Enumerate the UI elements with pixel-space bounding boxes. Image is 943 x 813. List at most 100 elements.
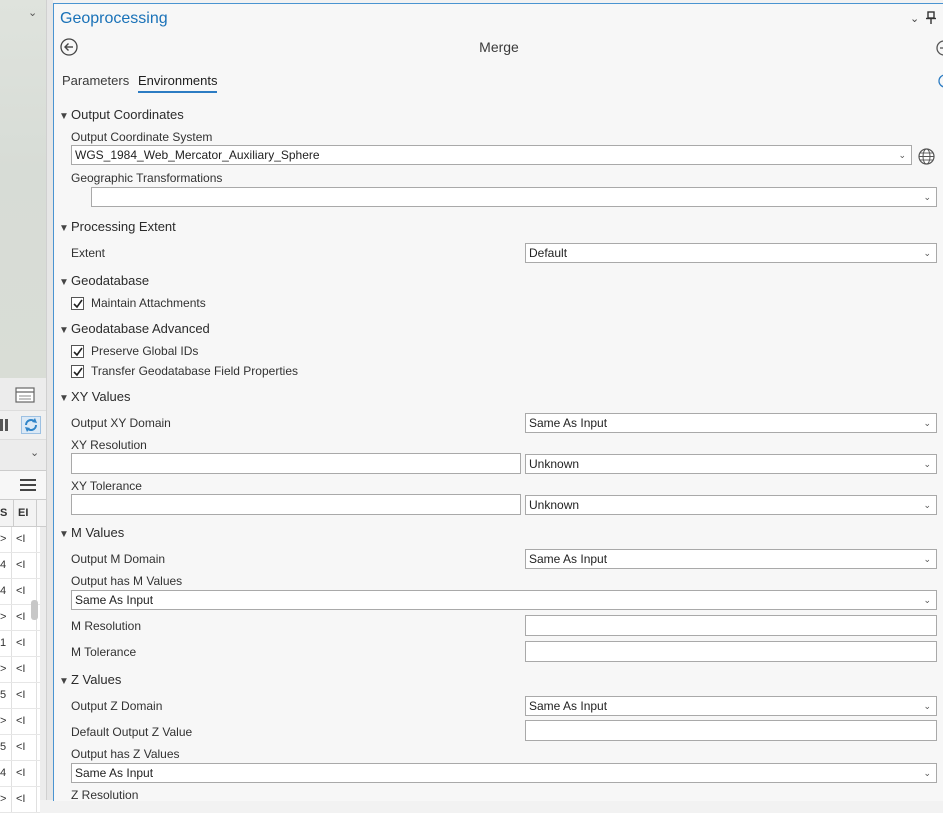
chevron-down-icon: ▼ bbox=[59, 676, 69, 687]
table-row[interactable]: 5 <I bbox=[0, 683, 40, 709]
output-has-z-values-dropdown[interactable]: Same As Input ⌄ bbox=[71, 763, 937, 783]
xy-tolerance-unit-dropdown[interactable]: Unknown ⌄ bbox=[525, 495, 937, 515]
table-cell[interactable]: <I bbox=[12, 527, 37, 552]
section-header: Output Coordinates bbox=[71, 107, 184, 122]
table-row[interactable]: > <I bbox=[0, 527, 40, 553]
section-m-values[interactable]: ▼ M Values bbox=[59, 525, 124, 540]
dropdown-value: Same As Input bbox=[529, 552, 608, 566]
maintain-attachments-label: Maintain Attachments bbox=[91, 296, 206, 310]
table-cell[interactable]: <I bbox=[12, 709, 37, 734]
table-cell[interactable]: 5 bbox=[0, 683, 12, 708]
geographic-transformations-dropdown[interactable]: ⌄ bbox=[91, 187, 937, 207]
attribute-table-icon[interactable] bbox=[14, 386, 36, 404]
left-panel: ⌄ ⌄ S EI > <I 4 <I 4 <I > <I 1 <I > <I 5 <I > <I 5 <I 4 <I >… bbox=[0, 0, 46, 813]
column-header[interactable]: S bbox=[0, 500, 14, 526]
menu-icon[interactable] bbox=[20, 478, 36, 492]
table-cell[interactable]: > bbox=[0, 709, 12, 734]
table-cell[interactable]: <I bbox=[12, 761, 37, 786]
output-has-m-values-dropdown[interactable]: Same As Input ⌄ bbox=[71, 590, 937, 610]
chevron-down-icon: ⌄ bbox=[923, 418, 931, 428]
maintain-attachments-checkbox[interactable] bbox=[71, 297, 84, 310]
info-icon[interactable] bbox=[938, 74, 943, 88]
table-cell[interactable]: 5 bbox=[0, 735, 12, 760]
output-z-domain-dropdown[interactable]: Same As Input ⌄ bbox=[525, 696, 937, 716]
chevron-down-icon: ▼ bbox=[59, 393, 69, 404]
pin-icon[interactable] bbox=[925, 11, 937, 25]
section-geodatabase[interactable]: ▼ Geodatabase bbox=[59, 273, 149, 288]
refresh-icon[interactable] bbox=[21, 416, 41, 434]
section-xy-values[interactable]: ▼ XY Values bbox=[59, 389, 131, 404]
section-geodatabase-advanced[interactable]: ▼ Geodatabase Advanced bbox=[59, 321, 210, 336]
default-output-z-label: Default Output Z Value bbox=[71, 725, 193, 739]
table-cell[interactable]: 4 bbox=[0, 761, 12, 786]
extent-dropdown[interactable]: Default ⌄ bbox=[525, 243, 937, 263]
table-cell[interactable]: > bbox=[0, 657, 12, 682]
preserve-global-ids-checkbox[interactable] bbox=[71, 345, 84, 358]
chevron-down-icon: ⌄ bbox=[923, 248, 931, 258]
m-resolution-input[interactable] bbox=[525, 615, 937, 636]
m-tolerance-input[interactable] bbox=[525, 641, 937, 662]
xy-tolerance-label: XY Tolerance bbox=[71, 479, 142, 493]
chevron-down-icon: ▼ bbox=[59, 277, 69, 288]
panel-splitter[interactable] bbox=[46, 0, 53, 800]
xy-resolution-input[interactable] bbox=[71, 453, 521, 474]
chevron-down-icon: ⌄ bbox=[923, 595, 931, 605]
table-scrollbar[interactable] bbox=[31, 600, 38, 620]
transfer-field-properties-checkbox[interactable] bbox=[71, 365, 84, 378]
output-has-m-values-label: Output has M Values bbox=[71, 574, 183, 588]
table-cell[interactable]: <I bbox=[12, 631, 37, 656]
column-header[interactable]: EI bbox=[14, 500, 37, 526]
table-cell[interactable]: <I bbox=[12, 735, 37, 760]
dropdown-value: WGS_1984_Web_Mercator_Auxiliary_Sphere bbox=[75, 148, 320, 162]
output-m-domain-dropdown[interactable]: Same As Input ⌄ bbox=[525, 549, 937, 569]
section-output-coordinates[interactable]: ▼ Output Coordinates bbox=[59, 107, 184, 122]
table-cell[interactable]: <I bbox=[12, 553, 37, 578]
output-xy-domain-dropdown[interactable]: Same As Input ⌄ bbox=[525, 413, 937, 433]
dropdown-value: Default bbox=[529, 246, 568, 260]
table-row[interactable]: 4 <I bbox=[0, 553, 40, 579]
checkmark-icon bbox=[73, 367, 83, 377]
pane-title: Geoprocessing bbox=[60, 10, 168, 27]
table-cell[interactable]: 1 bbox=[0, 631, 12, 656]
chevron-down-icon: ⌄ bbox=[898, 150, 906, 160]
output-coordinate-system-dropdown[interactable]: WGS_1984_Web_Mercator_Auxiliary_Sphere ⌄ bbox=[71, 145, 912, 165]
chevron-down-icon[interactable]: ⌄ bbox=[28, 6, 37, 19]
dropdown-value: Same As Input bbox=[529, 699, 608, 713]
section-header: XY Values bbox=[71, 389, 131, 404]
table-cell[interactable]: 4 bbox=[0, 553, 12, 578]
dropdown-value: Same As Input bbox=[75, 593, 154, 607]
table-row[interactable]: 4 <I bbox=[0, 761, 40, 787]
table-cell[interactable]: 4 bbox=[0, 579, 12, 604]
section-processing-extent[interactable]: ▼ Processing Extent bbox=[59, 219, 176, 234]
table-row[interactable]: > <I bbox=[0, 709, 40, 735]
xy-resolution-label: XY Resolution bbox=[71, 438, 147, 452]
xy-resolution-unit-dropdown[interactable]: Unknown ⌄ bbox=[525, 454, 937, 474]
globe-icon[interactable] bbox=[918, 148, 935, 165]
chevron-down-icon[interactable]: ⌄ bbox=[30, 446, 39, 459]
chevron-down-icon[interactable]: ⌄ bbox=[910, 12, 919, 25]
table-cell[interactable]: > bbox=[0, 605, 12, 630]
table-row[interactable]: 5 <I bbox=[0, 735, 40, 761]
output-has-z-values-label: Output has Z Values bbox=[71, 747, 180, 761]
default-output-z-input[interactable] bbox=[525, 720, 937, 741]
map-view[interactable] bbox=[0, 0, 46, 378]
pause-icon[interactable] bbox=[0, 419, 10, 431]
chevron-down-icon: ⌄ bbox=[923, 459, 931, 469]
table-cell[interactable]: <I bbox=[12, 683, 37, 708]
options-icon[interactable] bbox=[936, 40, 943, 56]
table-cell[interactable]: <I bbox=[12, 657, 37, 682]
table-cell[interactable]: > bbox=[0, 527, 12, 552]
xy-tolerance-input[interactable] bbox=[71, 494, 521, 515]
chevron-down-icon: ▼ bbox=[59, 325, 69, 336]
dropdown-value: Same As Input bbox=[75, 766, 154, 780]
tab-environments[interactable]: Environments bbox=[138, 73, 218, 93]
output-z-domain-label: Output Z Domain bbox=[71, 699, 163, 713]
table-row[interactable]: > <I bbox=[0, 657, 40, 683]
section-z-values[interactable]: ▼ Z Values bbox=[59, 672, 121, 687]
table-toolbar bbox=[0, 470, 46, 500]
tab-parameters[interactable]: Parameters bbox=[62, 73, 129, 88]
table-row[interactable]: > <I bbox=[0, 787, 40, 813]
m-resolution-label: M Resolution bbox=[71, 619, 142, 633]
table-row[interactable]: 1 <I bbox=[0, 631, 40, 657]
table-column-headers: S EI bbox=[0, 500, 46, 527]
